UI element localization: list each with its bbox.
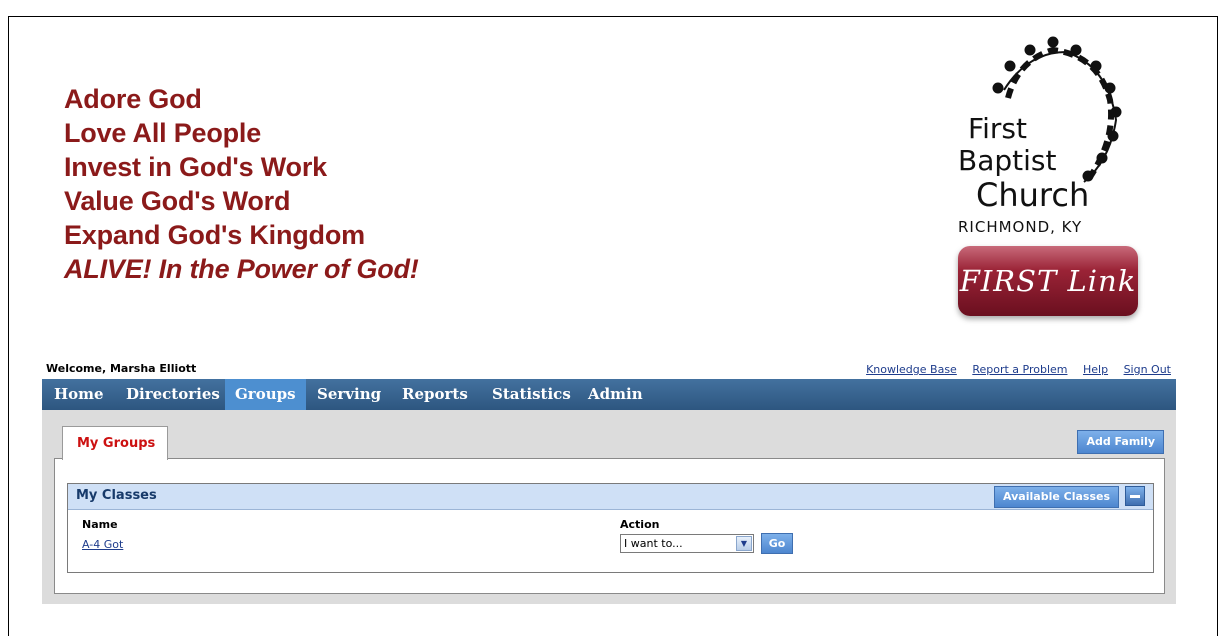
motto-alive: ALIVE! In the Power of God! xyxy=(64,254,419,284)
class-link[interactable]: A-4 Got xyxy=(82,538,123,551)
sign-out-link[interactable]: Sign Out xyxy=(1124,363,1171,376)
logo-city: RICHMOND, KY xyxy=(958,218,1083,236)
collapse-button[interactable] xyxy=(1125,486,1145,506)
my-classes-box: My Classes Available Classes Name Action… xyxy=(67,483,1154,573)
motto-invest: Invest in God's Work xyxy=(64,152,327,182)
logo-line-baptist: Baptist xyxy=(958,144,1057,177)
main-nav: Home Directories Groups Serving Reports … xyxy=(42,379,1176,410)
my-classes-title: My Classes xyxy=(76,488,157,503)
column-header-name: Name xyxy=(82,518,118,531)
help-link[interactable]: Help xyxy=(1083,363,1108,376)
nav-directories[interactable]: Directories xyxy=(116,379,230,410)
tab-content: My Classes Available Classes Name Action… xyxy=(54,458,1165,594)
nav-groups[interactable]: Groups xyxy=(225,379,306,410)
column-header-action: Action xyxy=(620,518,660,531)
chevron-down-icon: ▼ xyxy=(736,536,752,551)
groups-panel: My Groups Add Family My Classes Availabl… xyxy=(42,410,1176,604)
nav-statistics[interactable]: Statistics xyxy=(482,379,581,410)
logo-line-church: Church xyxy=(976,176,1090,214)
minus-icon xyxy=(1130,494,1140,498)
action-select-value: I want to... xyxy=(624,537,683,550)
tab-my-groups[interactable]: My Groups xyxy=(62,426,168,460)
knowledge-base-link[interactable]: Knowledge Base xyxy=(866,363,957,376)
top-links: Knowledge Base Report a Problem Help Sig… xyxy=(854,363,1171,376)
my-classes-header: My Classes Available Classes xyxy=(68,484,1153,510)
church-logo: First Baptist Church RICHMOND, KY FIRST … xyxy=(948,30,1148,320)
motto-expand: Expand God's Kingdom xyxy=(64,220,365,250)
motto-love: Love All People xyxy=(64,118,262,148)
nav-reports[interactable]: Reports xyxy=(392,379,478,410)
action-select[interactable]: I want to... ▼ xyxy=(620,534,754,553)
nav-serving[interactable]: Serving xyxy=(307,379,391,410)
welcome-text: Welcome, Marsha Elliott xyxy=(46,362,197,375)
first-link-label: FIRST Link xyxy=(959,264,1137,298)
motto-value: Value God's Word xyxy=(64,186,291,216)
motto-adore: Adore God xyxy=(64,84,202,114)
add-family-button[interactable]: Add Family xyxy=(1077,430,1164,454)
report-problem-link[interactable]: Report a Problem xyxy=(972,363,1067,376)
nav-admin[interactable]: Admin xyxy=(578,379,653,410)
first-link-button[interactable]: FIRST Link xyxy=(958,246,1138,316)
logo-line-first: First xyxy=(968,112,1027,145)
go-button[interactable]: Go xyxy=(761,533,793,554)
available-classes-button[interactable]: Available Classes xyxy=(994,486,1119,508)
nav-home[interactable]: Home xyxy=(44,379,114,410)
motto-list: Adore God Love All People Invest in God'… xyxy=(64,82,419,286)
